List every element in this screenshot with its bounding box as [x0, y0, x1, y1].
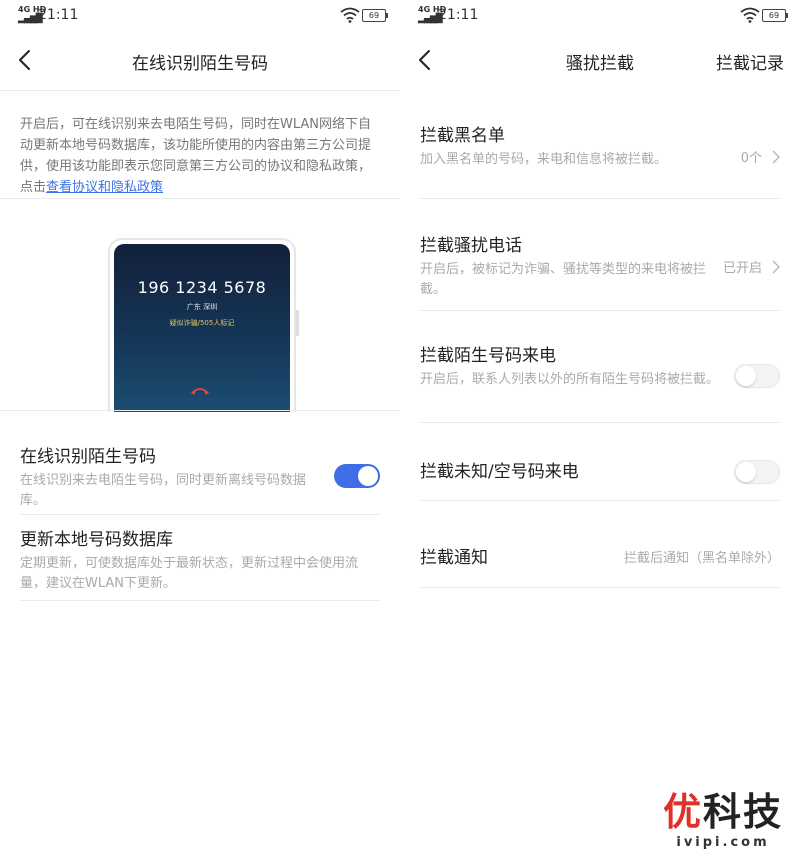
item-title: 拦截骚扰电话: [420, 236, 522, 256]
setting-title: 在线识别陌生号码: [20, 447, 156, 467]
watermark-brand-red: 优: [662, 790, 703, 834]
item-stranger-calls[interactable]: 拦截陌生号码来电 开启后，联系人列表以外的所有陌生号码将被拦截。: [420, 341, 780, 390]
row-divider: [20, 514, 380, 515]
item-title: 拦截陌生号码来电: [420, 346, 556, 366]
harass-status: 已开启: [722, 261, 762, 276]
battery-icon: 69: [762, 9, 788, 22]
row-divider: [20, 600, 380, 601]
status-time: 21:11: [438, 7, 479, 23]
unknown-calls-toggle[interactable]: [734, 460, 780, 484]
chevron-right-icon: [772, 260, 780, 274]
row-divider: [420, 198, 780, 199]
preview-divider: [0, 410, 400, 411]
row-divider: [420, 587, 780, 588]
battery-icon: 69: [362, 9, 388, 22]
chevron-right-icon: [772, 150, 780, 164]
setting-title: 更新本地号码数据库: [20, 530, 173, 550]
watermark-brand: 优科技: [658, 791, 788, 833]
phone-preview-screen: 196 1234 5678 广东 深圳 疑似诈骗/505人标记: [114, 244, 290, 412]
item-title: 拦截未知/空号码来电: [420, 462, 579, 482]
nav-bar: 在线识别陌生号码: [0, 40, 400, 80]
setting-online-identify[interactable]: 在线识别陌生号码 在线识别来去电陌生号码，同时更新离线号码数据库。: [20, 442, 380, 511]
preview-caller-location: 广东 深圳: [186, 303, 218, 311]
item-block-notification[interactable]: 拦截通知 拦截后通知（黑名单除外）: [420, 543, 780, 568]
status-bar: 4G HD ▂▄▆█ 21:11 69: [0, 0, 400, 30]
item-unknown-calls[interactable]: 拦截未知/空号码来电: [420, 457, 780, 484]
watermark-logo: 优科技 ivipi.com: [658, 791, 788, 850]
battery-level: 69: [768, 11, 780, 20]
blacklist-count: 0个: [740, 151, 762, 166]
battery-level: 69: [368, 11, 380, 20]
watermark-url: ivipi.com: [676, 835, 770, 850]
online-identify-toggle[interactable]: [334, 464, 380, 488]
intro-text: 开启后，可在线识别来去电陌生号码，同时在WLAN网络下自动更新本地号码数据库，该…: [20, 114, 378, 198]
wifi-icon: [740, 7, 760, 23]
phone-preview-image: 196 1234 5678 广东 深圳 疑似诈骗/505人标记: [108, 238, 299, 412]
wifi-icon: [340, 7, 360, 23]
setting-update-database[interactable]: 更新本地号码数据库 定期更新，可使数据库处于最新状态，更新过程中会使用流量，建议…: [20, 525, 380, 594]
hangup-icon: [191, 388, 209, 395]
intro-divider: [0, 198, 400, 199]
preview-caller-number: 196 1234 5678: [137, 278, 267, 297]
item-desc: 加入黑名单的号码，来电和信息将被拦截。: [420, 152, 668, 167]
status-time: 21:11: [38, 7, 79, 23]
notification-setting-value: 拦截后通知（黑名单除外）: [623, 551, 780, 566]
privacy-policy-link[interactable]: 查看协议和隐私政策: [46, 180, 163, 195]
setting-desc: 在线识别来去电陌生号码，同时更新离线号码数据库。: [20, 473, 307, 508]
right-screen: 4G HD ▂▄▆█ 21:11 69 骚扰拦截 拦截记录 拦截黑名单 加入黑名…: [400, 0, 800, 866]
watermark-brand-rest: 科技: [703, 790, 784, 834]
item-desc: 开启后，联系人列表以外的所有陌生号码将被拦截。: [420, 372, 720, 387]
stranger-calls-toggle[interactable]: [734, 364, 780, 388]
left-screen: 4G HD ▂▄▆█ 21:11 69 在线识别陌生号码 开启后，可在线识别来去…: [0, 0, 400, 866]
preview-caller-tag: 疑似诈骗/505人标记: [169, 319, 235, 327]
item-desc: 开启后，被标记为诈骗、骚扰等类型的来电将被拦截。: [420, 262, 707, 297]
item-blacklist[interactable]: 拦截黑名单 加入黑名单的号码，来电和信息将被拦截。 0个: [420, 121, 780, 170]
toggle-knob: [736, 366, 756, 386]
nav-bar: 骚扰拦截 拦截记录: [400, 40, 800, 80]
header-divider: [0, 90, 400, 91]
toggle-knob: [358, 466, 378, 486]
item-title: 拦截黑名单: [420, 126, 505, 146]
row-divider: [420, 500, 780, 501]
row-divider: [420, 310, 780, 311]
item-harass-calls[interactable]: 拦截骚扰电话 开启后，被标记为诈骗、骚扰等类型的来电将被拦截。 已开启: [420, 231, 780, 300]
block-records-button[interactable]: 拦截记录: [716, 49, 784, 74]
phone-side-button: [296, 310, 299, 336]
page-title: 在线识别陌生号码: [132, 54, 268, 74]
row-divider: [420, 422, 780, 423]
setting-desc: 定期更新，可使数据库处于最新状态，更新过程中会使用流量，建议在WLAN下更新。: [20, 556, 359, 591]
toggle-knob: [736, 462, 756, 482]
status-bar: 4G HD ▂▄▆█ 21:11 69: [400, 0, 800, 30]
